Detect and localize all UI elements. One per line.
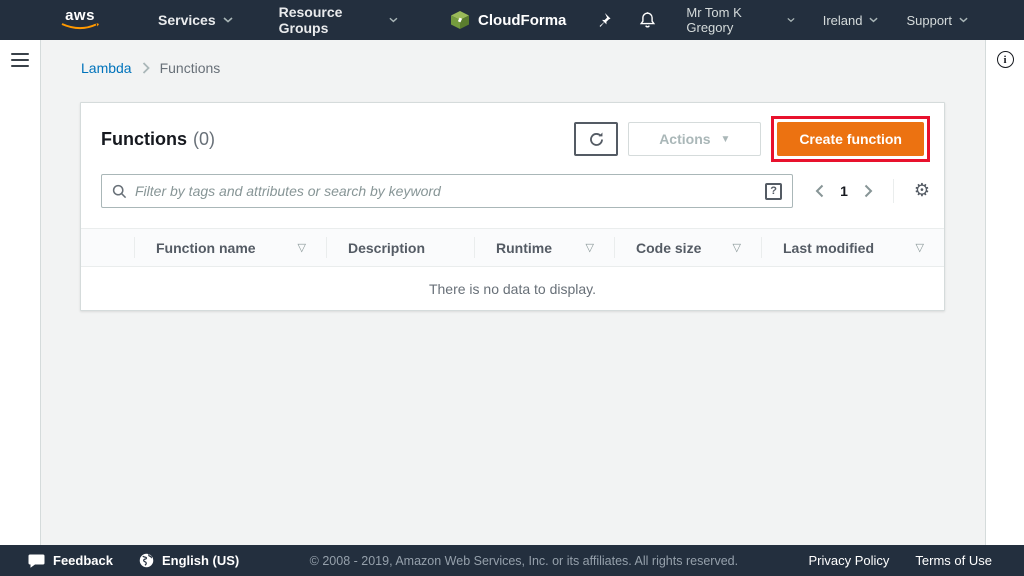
actions-button[interactable]: Actions ▼ xyxy=(628,122,761,156)
collapsed-side-navigation xyxy=(0,40,41,545)
terms-of-use-link[interactable]: Terms of Use xyxy=(915,553,992,568)
search-icon xyxy=(112,184,127,199)
sort-icon[interactable]: ▽ xyxy=(916,241,924,254)
nav-cloudforma-shortcut[interactable]: CloudForma xyxy=(450,10,566,30)
footer-left: Feedback English (US) xyxy=(28,553,239,568)
nav-resource-groups[interactable]: Resource Groups xyxy=(279,4,398,36)
sort-icon[interactable]: ▽ xyxy=(586,241,594,254)
caret-down-icon: ▼ xyxy=(721,134,731,145)
feedback-button[interactable]: Feedback xyxy=(28,553,113,568)
aws-smile-icon xyxy=(60,22,100,31)
previous-page-icon[interactable] xyxy=(815,184,824,198)
breadcrumb-chevron-icon xyxy=(142,62,150,74)
privacy-policy-link[interactable]: Privacy Policy xyxy=(809,553,890,568)
nav-region-menu[interactable]: Ireland xyxy=(823,13,879,28)
pin-icon[interactable] xyxy=(596,12,611,28)
chevron-down-icon xyxy=(869,17,878,23)
footer-links: Privacy Policy Terms of Use xyxy=(809,553,993,568)
nav-support-menu[interactable]: Support xyxy=(906,13,968,28)
column-header-runtime[interactable]: Runtime ▽ xyxy=(474,229,614,266)
pagination: 1 ⚙ xyxy=(815,179,930,203)
functions-panel: Functions (0) Actions ▼ Create function xyxy=(80,102,945,311)
aws-logo-text: aws xyxy=(65,9,95,22)
highlight-box: Create function xyxy=(771,116,930,162)
column-header-code-size[interactable]: Code size ▽ xyxy=(614,229,761,266)
column-header-function-name[interactable]: Function name ▽ xyxy=(134,229,326,266)
top-navigation-bar: aws Services Resource Groups CloudForma xyxy=(0,0,1024,40)
next-page-icon[interactable] xyxy=(864,184,873,198)
header-actions: Actions ▼ Create function xyxy=(574,116,930,162)
table-header-row: Function name ▽ Description Runtime ▽ Co… xyxy=(81,228,944,267)
column-header-last-modified[interactable]: Last modified ▽ xyxy=(761,229,944,266)
footer-bar: Feedback English (US) © 2008 - 2019, Ama… xyxy=(0,545,1024,576)
current-page-number: 1 xyxy=(840,183,848,199)
column-header-description[interactable]: Description xyxy=(326,229,474,266)
sort-icon[interactable]: ▽ xyxy=(298,241,306,254)
panel-header: Functions (0) Actions ▼ Create function xyxy=(81,103,944,172)
notifications-bell-icon[interactable] xyxy=(639,11,656,29)
filter-box: ? xyxy=(101,174,793,208)
filter-help-icon[interactable]: ? xyxy=(765,183,782,200)
refresh-icon xyxy=(588,131,605,148)
chevron-down-icon xyxy=(959,17,968,23)
breadcrumb-lambda-link[interactable]: Lambda xyxy=(81,60,132,76)
nav-account-menu[interactable]: Mr Tom K Gregory xyxy=(686,5,794,35)
nav-services[interactable]: Services xyxy=(158,12,233,28)
chevron-down-icon xyxy=(787,17,795,23)
cloudformation-cube-icon xyxy=(450,10,470,30)
hamburger-menu-icon[interactable] xyxy=(11,53,29,67)
empty-table-message: There is no data to display. xyxy=(81,267,944,310)
refresh-button[interactable] xyxy=(574,122,618,156)
collapsed-help-panel: i xyxy=(985,40,1024,545)
select-all-cell xyxy=(81,229,134,266)
settings-gear-icon[interactable]: ⚙ xyxy=(914,182,930,200)
aws-logo[interactable]: aws xyxy=(60,9,100,31)
main-content: Lambda Functions Functions (0) Actions ▼ xyxy=(41,40,985,545)
functions-count: (0) xyxy=(193,129,215,150)
page-title: Functions xyxy=(101,129,187,150)
breadcrumb: Lambda Functions xyxy=(41,40,985,76)
language-selector[interactable]: English (US) xyxy=(139,553,239,568)
speech-bubble-icon xyxy=(28,554,45,568)
copyright-text: © 2008 - 2019, Amazon Web Services, Inc.… xyxy=(239,554,808,568)
info-icon[interactable]: i xyxy=(997,51,1014,68)
globe-icon xyxy=(139,553,154,568)
create-function-button[interactable]: Create function xyxy=(777,122,924,156)
filter-input[interactable] xyxy=(135,183,765,199)
chevron-down-icon xyxy=(389,17,398,23)
sort-icon[interactable]: ▽ xyxy=(733,241,741,254)
divider xyxy=(893,179,894,203)
breadcrumb-current: Functions xyxy=(160,60,221,76)
filter-row: ? 1 ⚙ xyxy=(81,172,944,228)
chevron-down-icon xyxy=(223,17,233,23)
